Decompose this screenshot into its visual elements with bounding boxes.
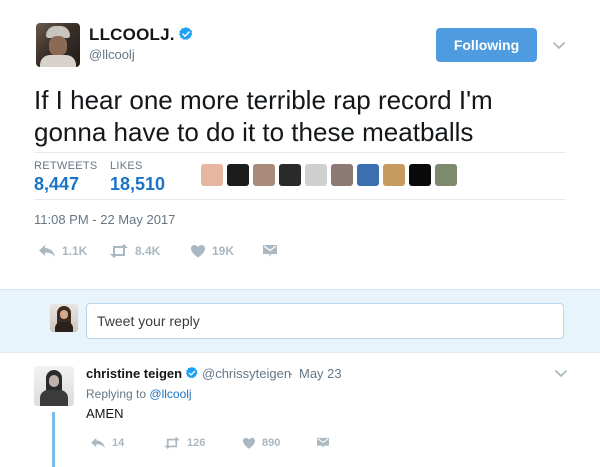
liker-avatar[interactable] [227,164,249,186]
avatar-face-shape [60,310,68,319]
thread-connector-line [52,412,55,467]
tweet-timestamp[interactable]: 11:08 PM - 22 May 2017 [34,212,175,227]
envelope-icon [263,245,277,257]
reply-direct-message-action[interactable] [316,436,330,450]
liker-avatar[interactable] [383,164,405,186]
retweets-count[interactable]: 8,447 [34,174,79,195]
liker-avatar[interactable] [201,164,223,186]
verified-badge-icon [185,366,198,379]
retweet-action[interactable]: 8.4K [109,243,160,259]
meta-separator: · [289,366,294,381]
avatar-shirt-shape [40,55,76,67]
envelope-icon [317,437,329,449]
reply-arrow-icon [39,245,55,257]
reply-like-action[interactable]: 890 [242,436,280,450]
heart-icon [243,437,255,449]
heart-icon [191,245,205,258]
reply-author-avatar[interactable] [34,366,74,406]
liker-avatar[interactable] [279,164,301,186]
liker-avatar[interactable] [435,164,457,186]
reply-retweet-action[interactable]: 126 [163,436,205,450]
liker-avatar[interactable] [305,164,327,186]
stats-bottom-divider [34,199,566,200]
reply-reply-action[interactable]: 14 [90,436,124,450]
retweet-count: 8.4K [135,244,161,258]
liker-avatar[interactable] [331,164,353,186]
current-user-avatar[interactable] [50,304,78,332]
author-avatar[interactable] [36,23,80,67]
likes-label[interactable]: LIKES [110,160,143,172]
verified-badge-icon [179,27,193,40]
liker-avatar[interactable] [253,164,275,186]
reply-count: 1.1K [62,244,88,258]
like-action[interactable]: 19K [190,243,234,259]
like-count: 19K [212,244,235,258]
retweet-icon [110,244,128,258]
liker-avatar[interactable] [357,164,379,186]
stats-top-divider [34,152,566,153]
reply-arrow-icon [91,437,105,449]
tweet-text: If I hear one more terrible rap record I… [34,84,574,148]
reply-author-handle[interactable]: @chrissyteigen [202,366,291,381]
reply-action[interactable]: 1.1K [38,243,87,259]
reply-input[interactable] [86,303,564,339]
reply-reply-count: 14 [112,437,125,449]
avatar-face-shape [49,375,59,387]
liker-avatars [201,164,457,186]
replying-to-label: Replying to [86,387,147,401]
avatar-arm-shape [40,390,68,406]
author-display-name[interactable]: LLCOOLJ. [89,25,175,45]
likes-count[interactable]: 18,510 [110,174,165,195]
chevron-down-icon[interactable] [554,366,568,380]
reply-retweet-count: 126 [187,437,206,449]
reply-like-count: 890 [262,437,281,449]
tweet-text-line-1: If I hear one more terrible rap record I… [34,85,493,115]
following-button[interactable]: Following [436,28,537,62]
reply-author-name[interactable]: christine teigen [86,366,182,381]
avatar-face-shape [49,36,67,56]
retweet-icon [164,437,180,449]
avatar-body-shape [55,322,73,332]
main-tweet: LLCOOLJ. @llcoolj Following If I hear on… [0,0,600,290]
author-handle[interactable]: @llcoolj [89,47,135,62]
reply-date[interactable]: May 23 [299,366,342,381]
tweet-text-line-2: gonna have to do it to these meatballs [34,117,474,147]
chevron-down-icon[interactable] [552,38,566,52]
liker-avatar[interactable] [409,164,431,186]
replying-to-handle[interactable]: @llcoolj [149,387,191,401]
direct-message-action[interactable] [262,243,278,259]
reply-text: AMEN [86,406,124,421]
replying-to: Replying to @llcoolj [86,387,192,401]
retweets-label[interactable]: RETWEETS [34,160,98,172]
